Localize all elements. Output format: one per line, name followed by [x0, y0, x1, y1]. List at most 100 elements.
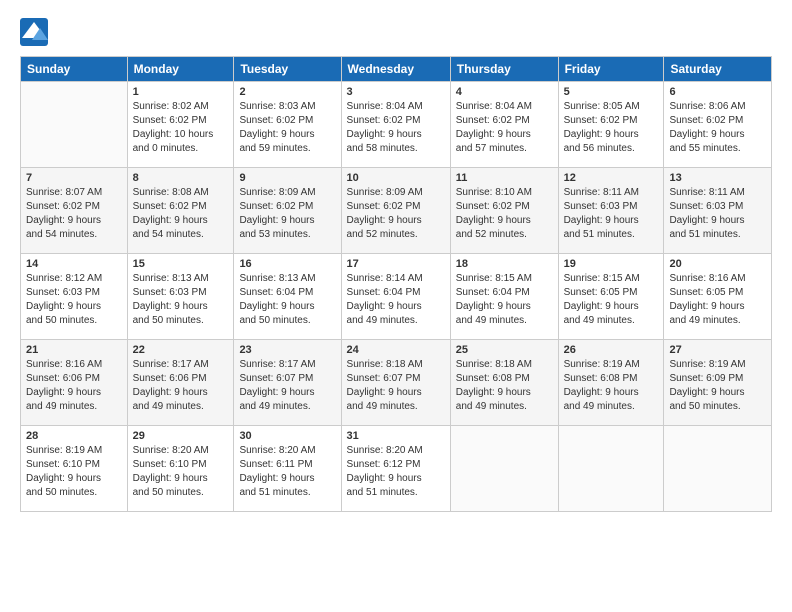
week-row-1: 1 Sunrise: 8:02 AM Sunset: 6:02 PM Daylig…	[21, 82, 772, 168]
day-info: Sunrise: 8:08 AM Sunset: 6:02 PM Dayligh…	[133, 186, 229, 242]
day-number: 2	[239, 86, 335, 98]
calendar-cell: 28 Sunrise: 8:19 AM Sunset: 6:10 PM Dayli…	[21, 426, 128, 512]
day-info: Sunrise: 8:16 AM Sunset: 6:06 PM Dayligh…	[26, 358, 122, 414]
day-info: Sunrise: 8:11 AM Sunset: 6:03 PM Dayligh…	[669, 186, 766, 242]
day-info: Sunrise: 8:17 AM Sunset: 6:07 PM Dayligh…	[239, 358, 335, 414]
calendar-cell: 17Sunrise: 8:14 AM Sunset: 6:04 PM Dayli…	[341, 254, 450, 340]
day-info: Sunrise: 8:06 AM Sunset: 6:02 PM Dayligh…	[669, 100, 766, 156]
calendar-cell: 10Sunrise: 8:09 AM Sunset: 6:02 PM Dayli…	[341, 168, 450, 254]
calendar-cell: 7 Sunrise: 8:07 AM Sunset: 6:02 PM Daylig…	[21, 168, 128, 254]
weekday-header-tuesday: Tuesday	[234, 57, 341, 82]
calendar-cell	[664, 426, 772, 512]
day-info: Sunrise: 8:19 AM Sunset: 6:08 PM Dayligh…	[564, 358, 659, 414]
calendar-cell: 29 Sunrise: 8:20 AM Sunset: 6:10 PM Dayli…	[127, 426, 234, 512]
calendar-page: SundayMondayTuesdayWednesdayThursdayFrid…	[0, 0, 792, 612]
day-number: 1	[133, 86, 229, 98]
day-number: 23	[239, 344, 335, 356]
day-info: Sunrise: 8:13 AM Sunset: 6:03 PM Dayligh…	[133, 272, 229, 328]
calendar-cell: 24 Sunrise: 8:18 AM Sunset: 6:07 PM Dayli…	[341, 340, 450, 426]
day-number: 20	[669, 258, 766, 270]
calendar-table: SundayMondayTuesdayWednesdayThursdayFrid…	[20, 56, 772, 512]
calendar-cell: 16Sunrise: 8:13 AM Sunset: 6:04 PM Dayli…	[234, 254, 341, 340]
day-number: 31	[347, 430, 445, 442]
day-number: 28	[26, 430, 122, 442]
weekday-header-thursday: Thursday	[450, 57, 558, 82]
day-number: 21	[26, 344, 122, 356]
day-number: 11	[456, 172, 553, 184]
day-info: Sunrise: 8:20 AM Sunset: 6:12 PM Dayligh…	[347, 444, 445, 500]
day-info: Sunrise: 8:15 AM Sunset: 6:05 PM Dayligh…	[564, 272, 659, 328]
day-number: 4	[456, 86, 553, 98]
day-info: Sunrise: 8:20 AM Sunset: 6:10 PM Dayligh…	[133, 444, 229, 500]
day-number: 30	[239, 430, 335, 442]
day-info: Sunrise: 8:09 AM Sunset: 6:02 PM Dayligh…	[347, 186, 445, 242]
day-info: Sunrise: 8:19 AM Sunset: 6:09 PM Dayligh…	[669, 358, 766, 414]
calendar-cell: 26Sunrise: 8:19 AM Sunset: 6:08 PM Dayli…	[558, 340, 664, 426]
page-header	[20, 18, 772, 46]
day-number: 13	[669, 172, 766, 184]
calendar-cell: 3Sunrise: 8:04 AM Sunset: 6:02 PM Daylig…	[341, 82, 450, 168]
day-number: 22	[133, 344, 229, 356]
day-info: Sunrise: 8:04 AM Sunset: 6:02 PM Dayligh…	[456, 100, 553, 156]
calendar-cell: 25Sunrise: 8:18 AM Sunset: 6:08 PM Dayli…	[450, 340, 558, 426]
day-info: Sunrise: 8:05 AM Sunset: 6:02 PM Dayligh…	[564, 100, 659, 156]
weekday-header-sunday: Sunday	[21, 57, 128, 82]
calendar-cell: 13 Sunrise: 8:11 AM Sunset: 6:03 PM Dayli…	[664, 168, 772, 254]
weekday-header-row: SundayMondayTuesdayWednesdayThursdayFrid…	[21, 57, 772, 82]
day-number: 24	[347, 344, 445, 356]
logo	[20, 18, 52, 46]
day-info: Sunrise: 8:20 AM Sunset: 6:11 PM Dayligh…	[239, 444, 335, 500]
calendar-cell: 8 Sunrise: 8:08 AM Sunset: 6:02 PM Daylig…	[127, 168, 234, 254]
day-info: Sunrise: 8:12 AM Sunset: 6:03 PM Dayligh…	[26, 272, 122, 328]
day-info: Sunrise: 8:18 AM Sunset: 6:08 PM Dayligh…	[456, 358, 553, 414]
day-info: Sunrise: 8:09 AM Sunset: 6:02 PM Dayligh…	[239, 186, 335, 242]
calendar-cell: 5Sunrise: 8:05 AM Sunset: 6:02 PM Daylig…	[558, 82, 664, 168]
weekday-header-wednesday: Wednesday	[341, 57, 450, 82]
weekday-header-monday: Monday	[127, 57, 234, 82]
day-number: 12	[564, 172, 659, 184]
day-number: 7	[26, 172, 122, 184]
week-row-2: 7 Sunrise: 8:07 AM Sunset: 6:02 PM Daylig…	[21, 168, 772, 254]
day-info: Sunrise: 8:14 AM Sunset: 6:04 PM Dayligh…	[347, 272, 445, 328]
calendar-cell: 12 Sunrise: 8:11 AM Sunset: 6:03 PM Dayli…	[558, 168, 664, 254]
day-info: Sunrise: 8:02 AM Sunset: 6:02 PM Dayligh…	[133, 100, 229, 156]
day-info: Sunrise: 8:03 AM Sunset: 6:02 PM Dayligh…	[239, 100, 335, 156]
calendar-cell: 18Sunrise: 8:15 AM Sunset: 6:04 PM Dayli…	[450, 254, 558, 340]
calendar-cell	[558, 426, 664, 512]
day-info: Sunrise: 8:07 AM Sunset: 6:02 PM Dayligh…	[26, 186, 122, 242]
day-info: Sunrise: 8:13 AM Sunset: 6:04 PM Dayligh…	[239, 272, 335, 328]
calendar-cell: 9 Sunrise: 8:09 AM Sunset: 6:02 PM Daylig…	[234, 168, 341, 254]
week-row-3: 14 Sunrise: 8:12 AM Sunset: 6:03 PM Dayli…	[21, 254, 772, 340]
day-number: 29	[133, 430, 229, 442]
calendar-cell: 20 Sunrise: 8:16 AM Sunset: 6:05 PM Dayli…	[664, 254, 772, 340]
day-info: Sunrise: 8:11 AM Sunset: 6:03 PM Dayligh…	[564, 186, 659, 242]
day-number: 19	[564, 258, 659, 270]
day-number: 8	[133, 172, 229, 184]
calendar-cell: 2 Sunrise: 8:03 AM Sunset: 6:02 PM Daylig…	[234, 82, 341, 168]
day-number: 9	[239, 172, 335, 184]
calendar-cell: 22 Sunrise: 8:17 AM Sunset: 6:06 PM Dayli…	[127, 340, 234, 426]
calendar-cell: 23 Sunrise: 8:17 AM Sunset: 6:07 PM Dayli…	[234, 340, 341, 426]
day-number: 6	[669, 86, 766, 98]
day-info: Sunrise: 8:04 AM Sunset: 6:02 PM Dayligh…	[347, 100, 445, 156]
calendar-cell: 4 Sunrise: 8:04 AM Sunset: 6:02 PM Daylig…	[450, 82, 558, 168]
logo-icon	[20, 18, 48, 46]
week-row-5: 28 Sunrise: 8:19 AM Sunset: 6:10 PM Dayli…	[21, 426, 772, 512]
calendar-cell	[21, 82, 128, 168]
day-info: Sunrise: 8:16 AM Sunset: 6:05 PM Dayligh…	[669, 272, 766, 328]
week-row-4: 21 Sunrise: 8:16 AM Sunset: 6:06 PM Dayli…	[21, 340, 772, 426]
day-info: Sunrise: 8:17 AM Sunset: 6:06 PM Dayligh…	[133, 358, 229, 414]
day-number: 27	[669, 344, 766, 356]
calendar-cell: 19 Sunrise: 8:15 AM Sunset: 6:05 PM Dayli…	[558, 254, 664, 340]
calendar-cell: 30 Sunrise: 8:20 AM Sunset: 6:11 PM Dayli…	[234, 426, 341, 512]
day-info: Sunrise: 8:10 AM Sunset: 6:02 PM Dayligh…	[456, 186, 553, 242]
day-info: Sunrise: 8:15 AM Sunset: 6:04 PM Dayligh…	[456, 272, 553, 328]
day-number: 14	[26, 258, 122, 270]
calendar-cell: 14 Sunrise: 8:12 AM Sunset: 6:03 PM Dayli…	[21, 254, 128, 340]
weekday-header-saturday: Saturday	[664, 57, 772, 82]
day-info: Sunrise: 8:18 AM Sunset: 6:07 PM Dayligh…	[347, 358, 445, 414]
calendar-cell: 1 Sunrise: 8:02 AM Sunset: 6:02 PM Daylig…	[127, 82, 234, 168]
calendar-cell: 27 Sunrise: 8:19 AM Sunset: 6:09 PM Dayli…	[664, 340, 772, 426]
day-info: Sunrise: 8:19 AM Sunset: 6:10 PM Dayligh…	[26, 444, 122, 500]
weekday-header-friday: Friday	[558, 57, 664, 82]
